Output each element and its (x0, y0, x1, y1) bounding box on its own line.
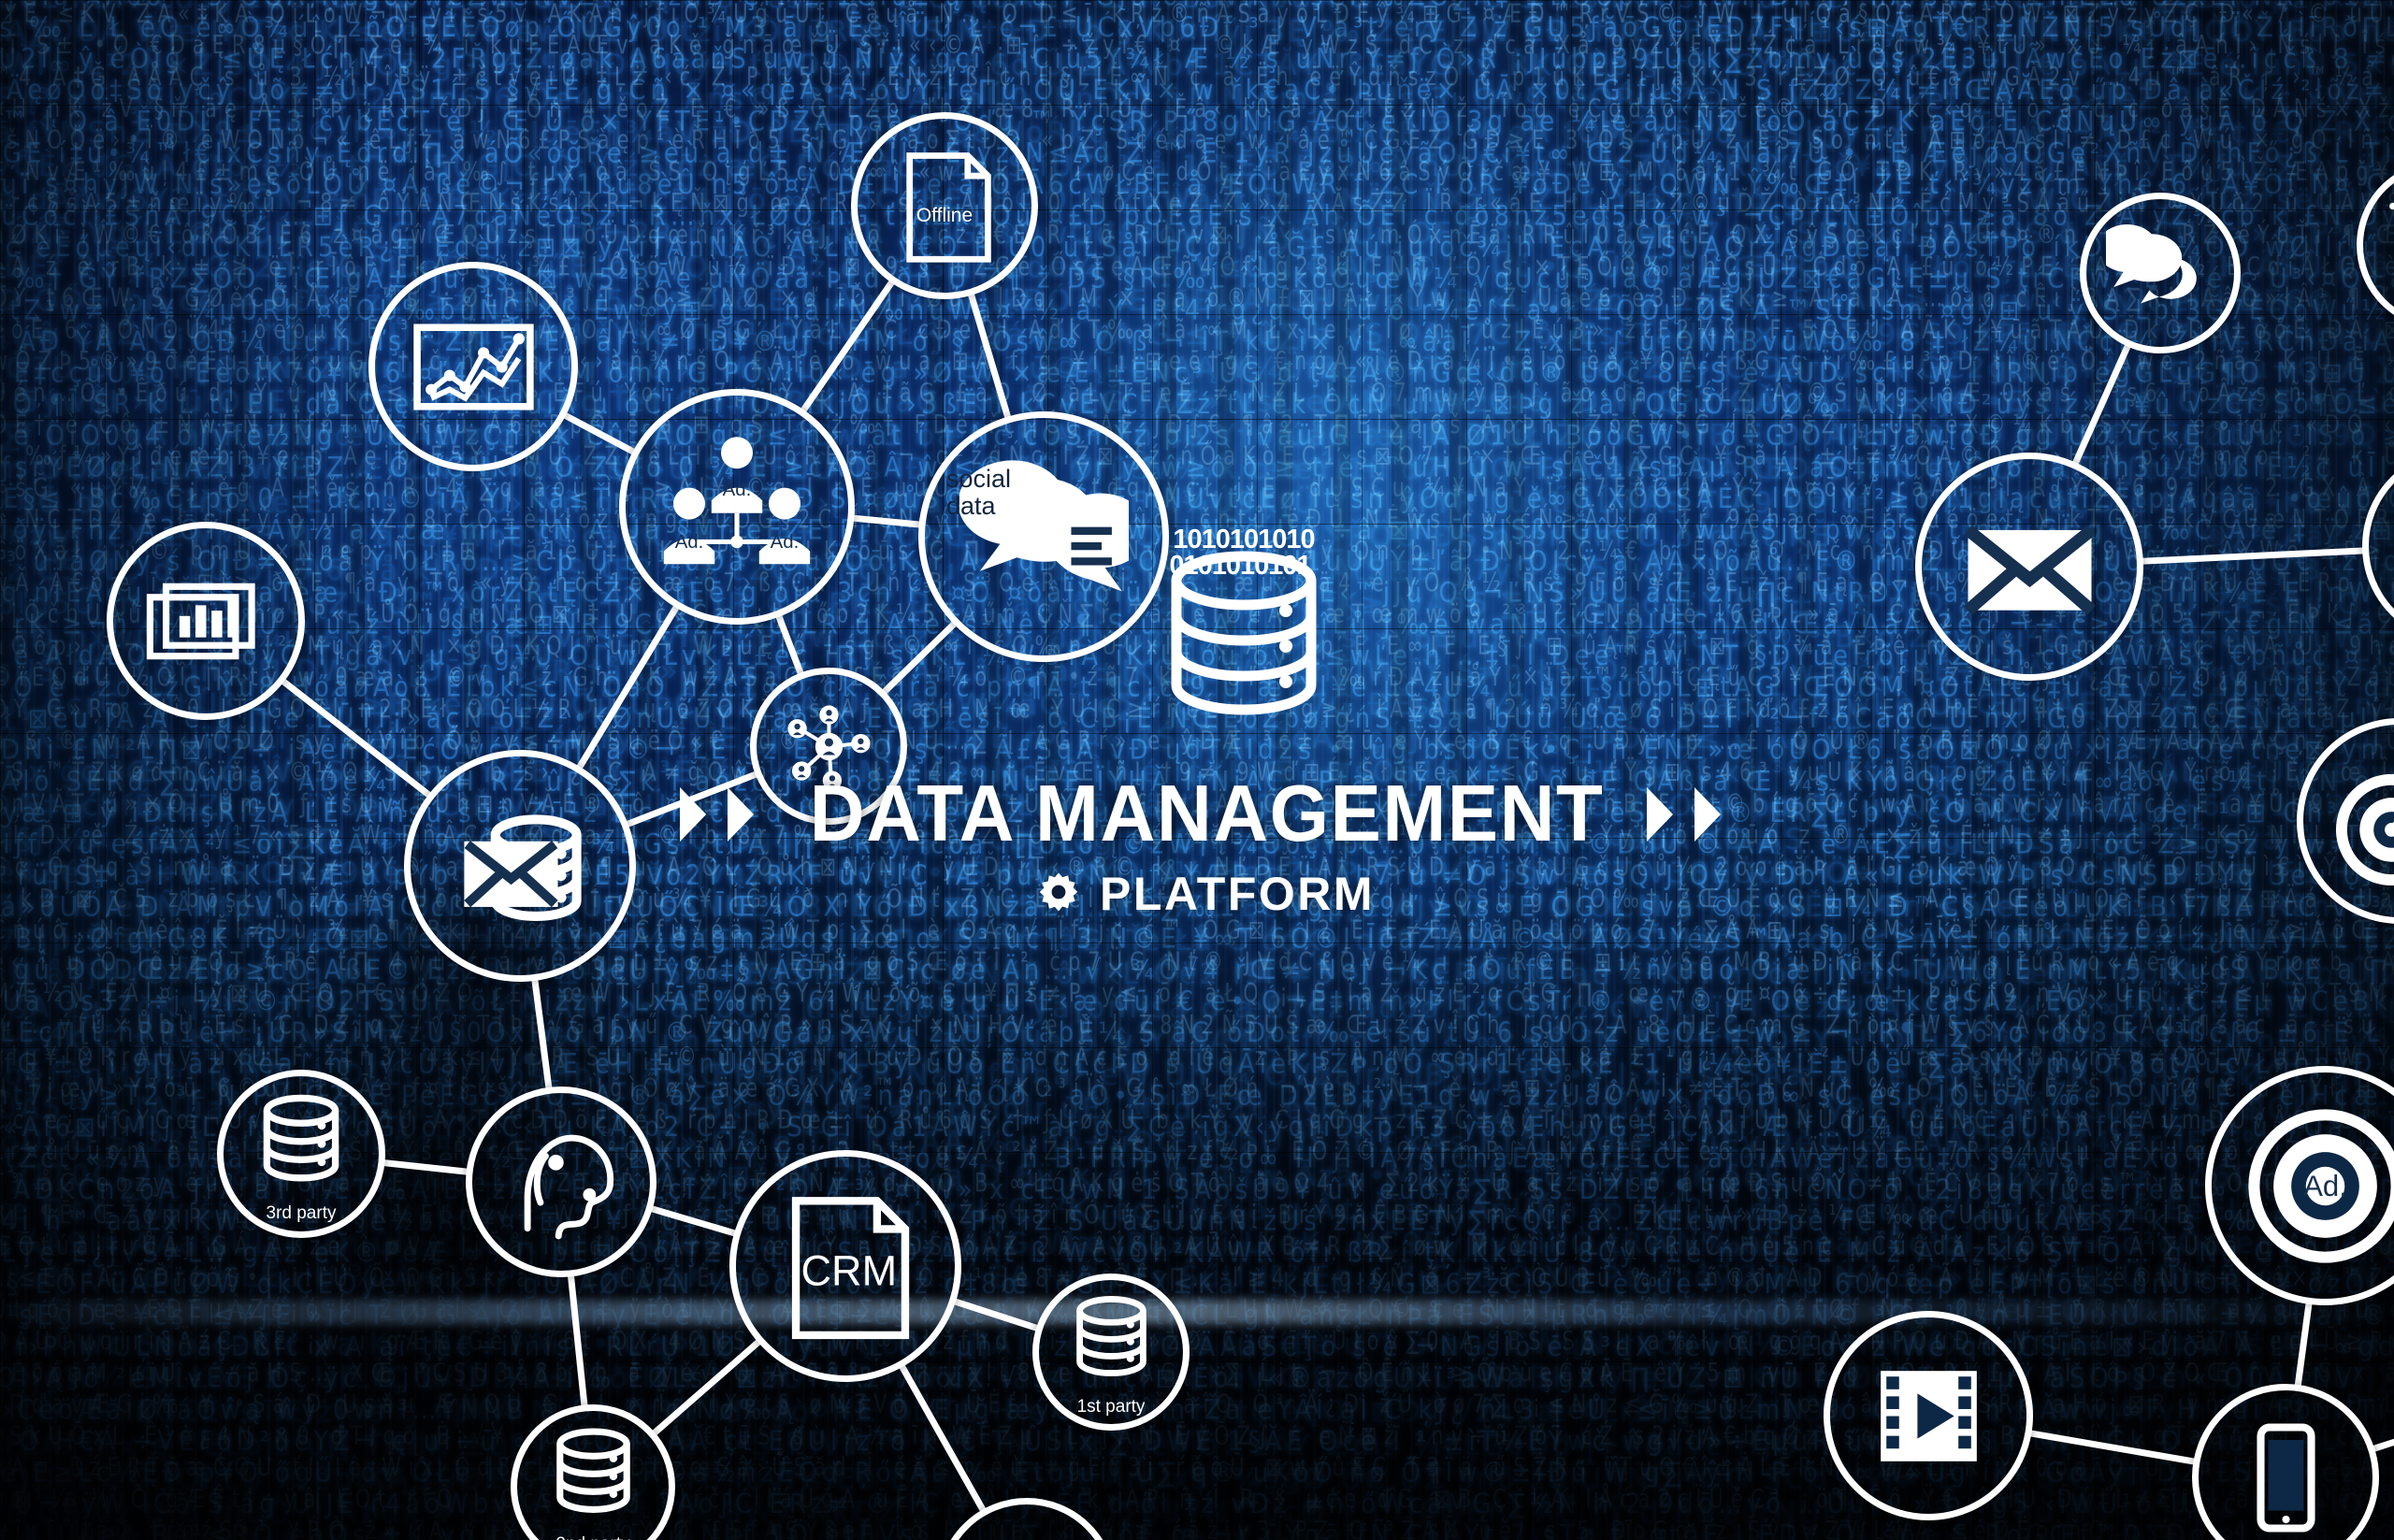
bar-chart-windows-icon (139, 554, 273, 688)
poster-canvas: ČË¢L ĶbM¹čđŠý≤űÙÅÐŵŒ ŗŹŠ x ŐZ àļ ÍĄ è Ş … (0, 0, 2394, 1540)
node-target-arrow[interactable] (2297, 718, 2394, 924)
node-search-01[interactable]: 01 (937, 1498, 1117, 1540)
node-offline-doc[interactable]: Offline (851, 112, 1038, 299)
node-ad-target[interactable]: Ad. (2205, 1066, 2394, 1305)
node-label-second-party-db: 2nd party (555, 1535, 629, 1540)
magnifier-icon: 01 (966, 1527, 1088, 1540)
edge-profile-head-to-crm-doc (650, 1208, 737, 1234)
edge-crm-doc-to-search-01 (901, 1364, 984, 1512)
edge-profile-head-to-second-party-db (570, 1274, 584, 1407)
double-chevron-right-icon (678, 785, 769, 843)
node-profile-head[interactable] (466, 1087, 656, 1277)
central-database-node: 1010101010 0101010101 (1155, 547, 1333, 725)
email-database-icon (442, 788, 598, 944)
ad-target-icon: Ad. (2244, 1105, 2394, 1267)
node-second-party-db[interactable]: 2nd party (511, 1404, 675, 1540)
head-profile-icon (497, 1117, 626, 1246)
node-label-offline-doc: Offline (851, 206, 1038, 226)
crm-document-icon: CRM (768, 1188, 924, 1345)
database-icon (538, 1419, 649, 1531)
double-chevron-right-icon-2 (1645, 785, 1736, 843)
title-block: DATA MANAGEMENT PLATFORM (711, 774, 1702, 917)
email-icon (1953, 490, 2107, 644)
svg-text:Ad.: Ad. (723, 480, 752, 500)
page-subtitle: PLATFORM (1100, 871, 1375, 917)
node-label-social-data: social data (946, 466, 1011, 520)
edge-ad-target-to-smartphone (2298, 1302, 2309, 1388)
node-video-film[interactable] (1824, 1311, 2033, 1520)
node-crm-doc[interactable]: CRM (729, 1150, 961, 1382)
node-label-third-party-db: 3rd party (267, 1204, 337, 1223)
node-bar-chart[interactable] (107, 522, 305, 720)
node-social-data[interactable]: social data (918, 411, 1169, 662)
edge-chat-bubbles-to-email (2074, 344, 2128, 466)
node-chat-bubbles[interactable] (2080, 193, 2241, 353)
edge-video-film-to-smartphone (2028, 1433, 2196, 1462)
node-label-first-party-db: 1st party (1077, 1398, 1146, 1417)
gear-icon (1038, 871, 1079, 917)
edge-ad-people-to-social-data (851, 518, 921, 525)
svg-text:Ad.: Ad. (675, 532, 704, 553)
target-arrow-icon (2330, 752, 2394, 891)
page-title: DATA MANAGEMENT (809, 774, 1604, 854)
node-ad-people[interactable]: Ad. Ad. Ad. (619, 389, 855, 625)
binary-second-row: 0101010101 (1155, 551, 1325, 582)
edge-ad-people-to-email-db (579, 605, 678, 769)
chat-bubbles-icon (2106, 219, 2214, 327)
ad-people-icon: Ad. Ad. Ad. (657, 427, 816, 586)
svg-text:Ad.: Ad. (2303, 1169, 2347, 1202)
svg-text:CRM: CRM (800, 1246, 897, 1294)
node-third-party-db[interactable]: 3rd party (217, 1070, 385, 1238)
database-icon (1059, 1288, 1164, 1393)
edge-email-db-to-profile-head (535, 978, 550, 1090)
node-first-party-db[interactable]: 1st party (1032, 1274, 1190, 1431)
node-line-chart[interactable] (368, 262, 578, 471)
node-email[interactable] (1915, 453, 2143, 681)
line-chart-icon (403, 296, 544, 438)
edge-email-to-website (2141, 551, 2365, 561)
film-play-icon (1858, 1346, 1999, 1487)
database-icon (244, 1086, 358, 1200)
shopping-cart-icon (2384, 188, 2394, 302)
edge-third-party-db-to-profile-head (382, 1162, 469, 1172)
node-website[interactable]: Web site (2362, 449, 2394, 643)
edge-offline-doc-to-social-data (971, 293, 1009, 420)
node-smartphone[interactable] (2192, 1384, 2379, 1540)
node-shopping-cart[interactable] (2357, 161, 2394, 329)
smartphone-icon (2223, 1415, 2349, 1540)
svg-text:Ad.: Ad. (771, 532, 800, 553)
node-email-db[interactable] (404, 750, 636, 982)
edge-crm-doc-to-first-party-db (953, 1301, 1039, 1329)
